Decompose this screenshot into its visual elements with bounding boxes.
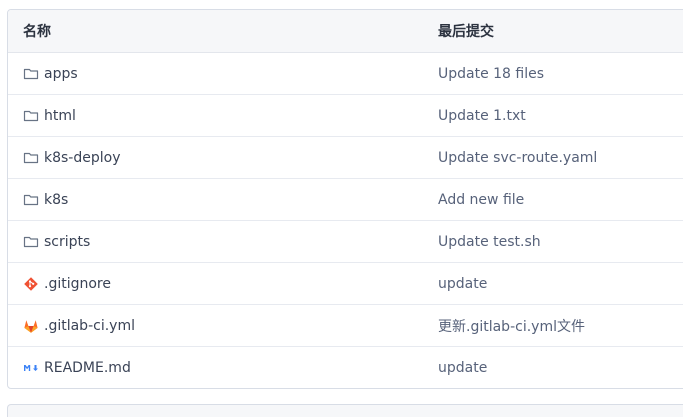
table-row[interactable]: k8s-deploy Update svc-route.yaml [8,137,683,179]
last-commit-link[interactable]: update [423,360,683,376]
folder-icon [23,108,39,124]
file-name-link[interactable]: scripts [44,234,90,250]
folder-icon [23,234,39,250]
file-name-link[interactable]: k8s-deploy [44,150,121,166]
table-header: 名称 最后提交 [8,10,683,53]
gitlab-icon [23,318,39,334]
file-name-cell: apps [8,66,423,82]
file-name-cell: README.md [8,360,423,376]
last-commit-link[interactable]: Add new file [423,192,683,208]
last-commit-link[interactable]: Update 18 files [423,66,683,82]
file-name-cell: .gitignore [8,276,423,292]
table-row[interactable]: .gitignore update [8,263,683,305]
file-name-cell: k8s [8,192,423,208]
table-row[interactable]: README.md update [8,347,683,388]
file-name-link[interactable]: apps [44,66,78,82]
file-name-link[interactable]: .gitignore [44,276,111,292]
file-name-cell: html [8,108,423,124]
markdown-icon [23,360,39,376]
column-header-name: 名称 [23,24,51,40]
next-panel-edge [7,404,683,417]
last-commit-link[interactable]: update [423,276,683,292]
table-row[interactable]: .gitlab-ci.yml 更新.gitlab-ci.yml文件 [8,305,683,347]
table-row[interactable]: apps Update 18 files [8,53,683,95]
table-row[interactable]: html Update 1.txt [8,95,683,137]
file-name-link[interactable]: .gitlab-ci.yml [44,318,135,334]
folder-icon [23,150,39,166]
last-commit-link[interactable]: Update 1.txt [423,108,683,124]
git-icon [23,276,39,292]
table-row[interactable]: scripts Update test.sh [8,221,683,263]
column-header-last-commit: 最后提交 [438,24,494,40]
file-name-link[interactable]: README.md [44,360,131,376]
file-name-cell: scripts [8,234,423,250]
file-table: 名称 最后提交 apps Update 18 files html Update… [7,9,683,389]
last-commit-link[interactable]: Update svc-route.yaml [423,150,683,166]
folder-icon [23,66,39,82]
file-name-link[interactable]: html [44,108,76,124]
last-commit-link[interactable]: Update test.sh [423,234,683,250]
table-row[interactable]: k8s Add new file [8,179,683,221]
file-name-cell: .gitlab-ci.yml [8,318,423,334]
last-commit-link[interactable]: 更新.gitlab-ci.yml文件 [423,316,683,336]
folder-icon [23,192,39,208]
file-name-cell: k8s-deploy [8,150,423,166]
file-name-link[interactable]: k8s [44,192,68,208]
